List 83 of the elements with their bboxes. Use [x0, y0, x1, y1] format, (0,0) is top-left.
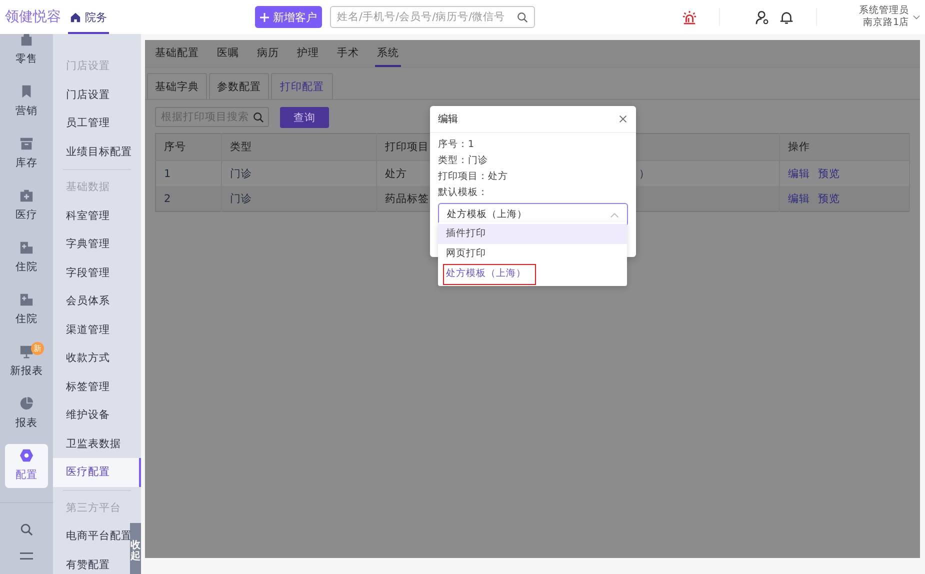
submenu-item[interactable]: 标签管理 — [53, 372, 112, 401]
action-link[interactable]: 预览 — [818, 168, 840, 180]
archive-icon — [19, 136, 34, 151]
dropdown-option[interactable]: 网页打印 — [438, 244, 627, 264]
tab[interactable]: 系统 — [375, 40, 401, 67]
menu-group-heading: 门店设置 — [65, 59, 111, 74]
tab[interactable]: 病历 — [255, 40, 281, 67]
caret-icon — [610, 212, 619, 218]
column-header: 操作 — [788, 141, 810, 153]
user-icon[interactable] — [755, 10, 770, 24]
submenu-item[interactable]: 有赞配置 — [53, 550, 112, 574]
submenu-item[interactable]: 维护设备 — [53, 401, 112, 430]
tab[interactable]: 手术 — [335, 40, 361, 67]
caret-icon[interactable] — [913, 14, 920, 20]
table-cell: 处方 — [385, 168, 407, 180]
detail-line: 打印项目：处方 — [438, 170, 509, 184]
tab[interactable]: 参数配置 — [209, 73, 269, 99]
presentation-icon — [19, 344, 34, 359]
medkit-icon — [19, 188, 34, 203]
menu-group-heading: 第三方平台 — [65, 500, 122, 516]
rail-item[interactable]: 住院 — [5, 288, 48, 332]
table-cell: 2 — [164, 192, 171, 204]
bell-icon[interactable] — [779, 10, 794, 24]
table-cell: ） — [639, 168, 650, 180]
search-icon — [253, 112, 264, 122]
store-name: 南京路1店 — [862, 17, 909, 29]
action-link[interactable]: 编辑 — [788, 168, 810, 180]
submenu-item[interactable]: 会员体系 — [53, 287, 112, 316]
submenu-item[interactable]: 收款方式 — [53, 344, 112, 372]
rail-item[interactable]: 新 新报表 — [5, 340, 48, 384]
tab[interactable]: 基础配置 — [153, 40, 201, 67]
submenu-item[interactable]: 渠道管理 — [53, 316, 112, 344]
table-cell: 药品标签 — [385, 192, 429, 204]
settings-icon — [19, 448, 34, 463]
submenu-item[interactable]: 员工管理 — [53, 109, 112, 138]
submenu-item[interactable]: 门店设置 — [53, 80, 112, 109]
dialog-title: 编辑 — [438, 112, 458, 126]
rail-item[interactable]: 零售 — [5, 34, 48, 72]
submenu-item[interactable]: 医疗配置 — [53, 458, 141, 486]
building-icon — [19, 240, 34, 255]
tab[interactable]: 医嘱 — [215, 40, 241, 67]
plus-icon — [260, 12, 269, 22]
tab[interactable]: 护理 — [295, 40, 321, 67]
query-button[interactable]: 查询 — [280, 107, 329, 128]
field-label: 默认模板： — [438, 186, 489, 200]
table-cell: 门诊 — [230, 192, 252, 204]
dropdown-option[interactable]: 处方模板（上海） — [438, 264, 627, 284]
menu-group-heading: 基础数据 — [65, 180, 111, 195]
app-logo: 领健悦容 — [5, 8, 61, 26]
dropdown-option[interactable]: 插件打印 — [438, 224, 627, 244]
submenu-item[interactable]: 业绩目标配置 — [53, 138, 134, 166]
search-icon — [517, 12, 528, 22]
rail-item[interactable]: 营销 — [5, 80, 48, 124]
submenu-item[interactable]: 卫监表数据 — [53, 430, 123, 458]
building-icon — [19, 292, 34, 307]
detail-line: 类型：门诊 — [438, 154, 489, 168]
submenu-item[interactable]: 字典管理 — [53, 230, 112, 258]
rail-item[interactable]: 报表 — [5, 392, 48, 436]
pie-chart-icon — [19, 396, 34, 411]
search-field[interactable]: 姓名/手机号/会员号/病历号/微信号 — [330, 6, 535, 28]
rail-item[interactable]: 医疗 — [5, 184, 48, 228]
alarm-icon[interactable] — [682, 10, 697, 24]
home-icon — [70, 12, 81, 22]
column-header: 序号 — [164, 141, 186, 153]
rail-item[interactable]: 库存 — [5, 132, 48, 176]
search-icon[interactable] — [20, 523, 33, 536]
user-name: 系统管理员 — [859, 5, 909, 17]
menu-icon[interactable] — [20, 552, 33, 560]
column-header: 打印项目 — [385, 141, 429, 153]
submenu-item[interactable]: 字段管理 — [53, 258, 112, 287]
table-cell: 1 — [164, 168, 171, 180]
rail-item[interactable]: 配置 — [5, 444, 48, 488]
add-customer-button[interactable]: 新增客户 — [255, 6, 322, 28]
close-icon[interactable] — [619, 115, 627, 123]
tab[interactable]: 基础字典 — [147, 73, 207, 99]
submenu-item[interactable]: 科室管理 — [53, 202, 112, 230]
table-cell: 门诊 — [230, 168, 252, 180]
collapse-tab[interactable]: 收起 — [130, 523, 141, 574]
rail-item[interactable]: 住院 — [5, 236, 48, 280]
bag-icon — [19, 34, 34, 47]
column-header: 类型 — [230, 141, 252, 153]
detail-line: 序号：1 — [438, 138, 476, 152]
new-badge: 新 — [31, 342, 44, 355]
